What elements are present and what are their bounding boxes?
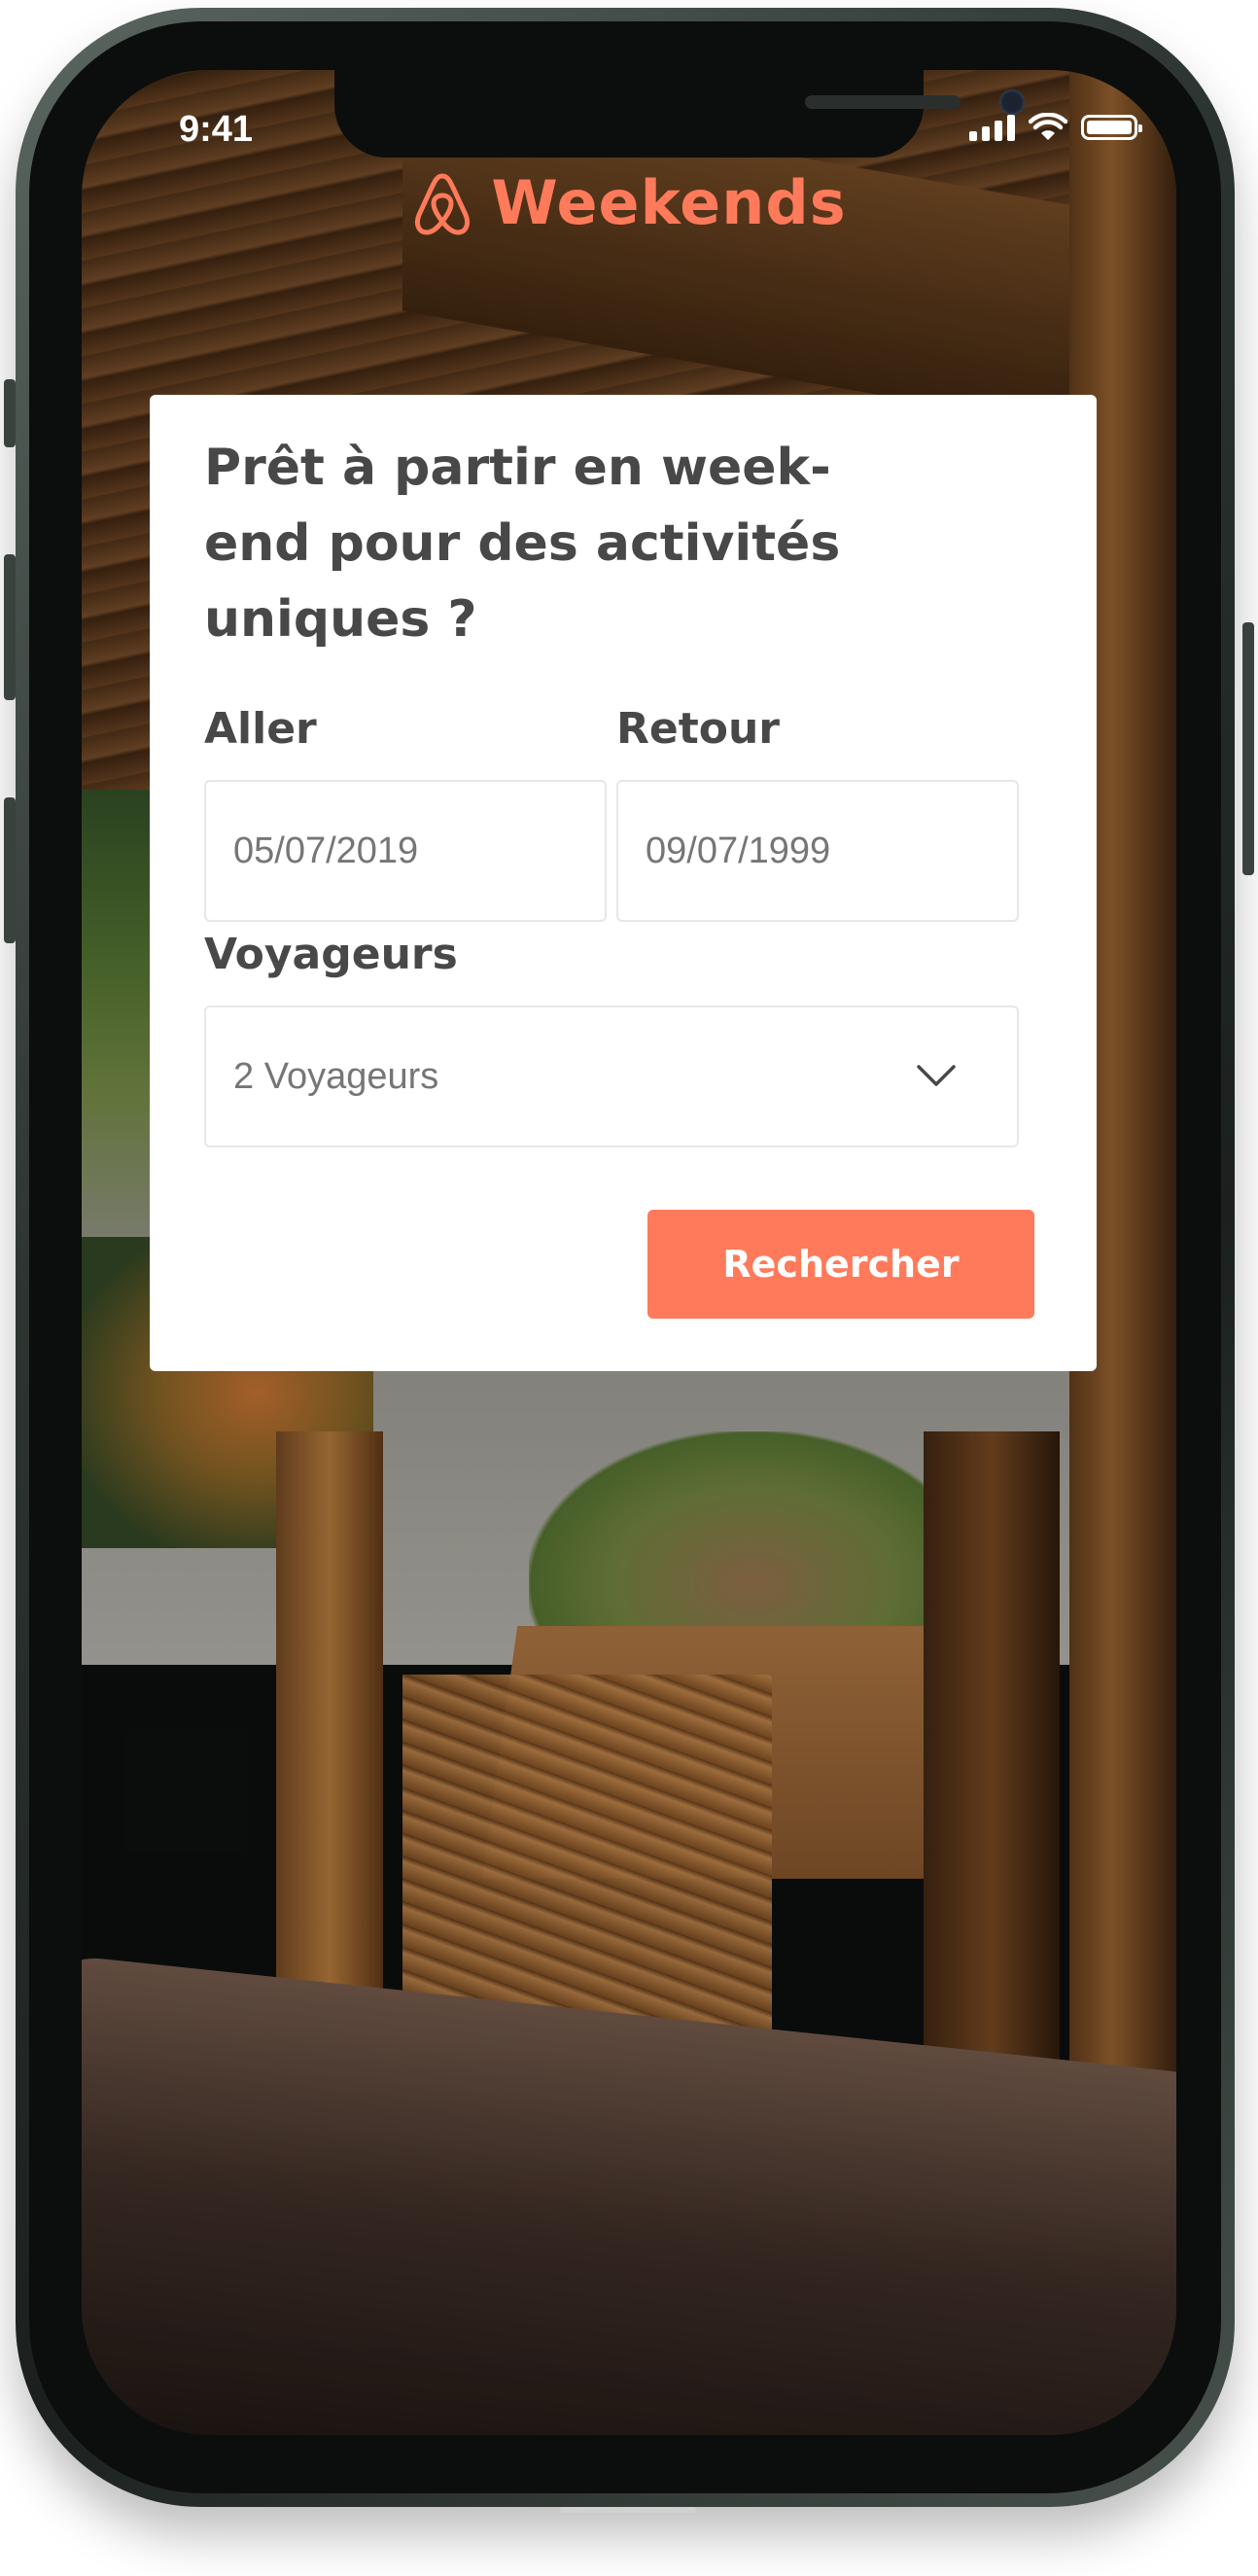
speaker-grille	[805, 95, 961, 109]
chevron-down-icon	[917, 1065, 956, 1086]
return-date-value: 09/07/1999	[646, 829, 831, 871]
home-indicator	[560, 2507, 696, 2513]
status-icons	[969, 113, 1142, 142]
volume-down-button	[4, 797, 16, 943]
notch	[334, 70, 1025, 158]
status-time: 9:41	[179, 109, 254, 150]
cellular-signal-icon	[969, 114, 1015, 141]
depart-label: Aller	[204, 704, 317, 754]
battery-icon	[1081, 115, 1142, 140]
travelers-value: 2 Voyageurs	[233, 1055, 439, 1097]
wifi-icon	[1029, 113, 1067, 140]
search-button[interactable]: Rechercher	[647, 1210, 1034, 1319]
travelers-label: Voyageurs	[204, 930, 458, 979]
depart-date-field[interactable]: 05/07/2019	[204, 780, 607, 922]
return-date-field[interactable]: 09/07/1999	[616, 780, 1019, 922]
phone-screen: 9:41 Weekends Prêt à partir en week-end …	[82, 70, 1176, 2435]
mute-switch	[4, 379, 16, 447]
card-title: Prêt à partir en week-end pour des activ…	[204, 439, 841, 649]
front-camera	[999, 89, 1025, 115]
app-title: Weekends	[491, 167, 847, 238]
search-card: Prêt à partir en week-end pour des activ…	[150, 395, 1097, 1371]
airbnb-belo-icon	[415, 173, 471, 234]
travelers-select[interactable]: 2 Voyageurs	[204, 1006, 1019, 1147]
volume-up-button	[4, 554, 16, 700]
app-header: Weekends	[82, 167, 1176, 238]
return-label: Retour	[616, 704, 781, 754]
depart-date-value: 05/07/2019	[233, 829, 419, 871]
power-button	[1242, 622, 1254, 875]
